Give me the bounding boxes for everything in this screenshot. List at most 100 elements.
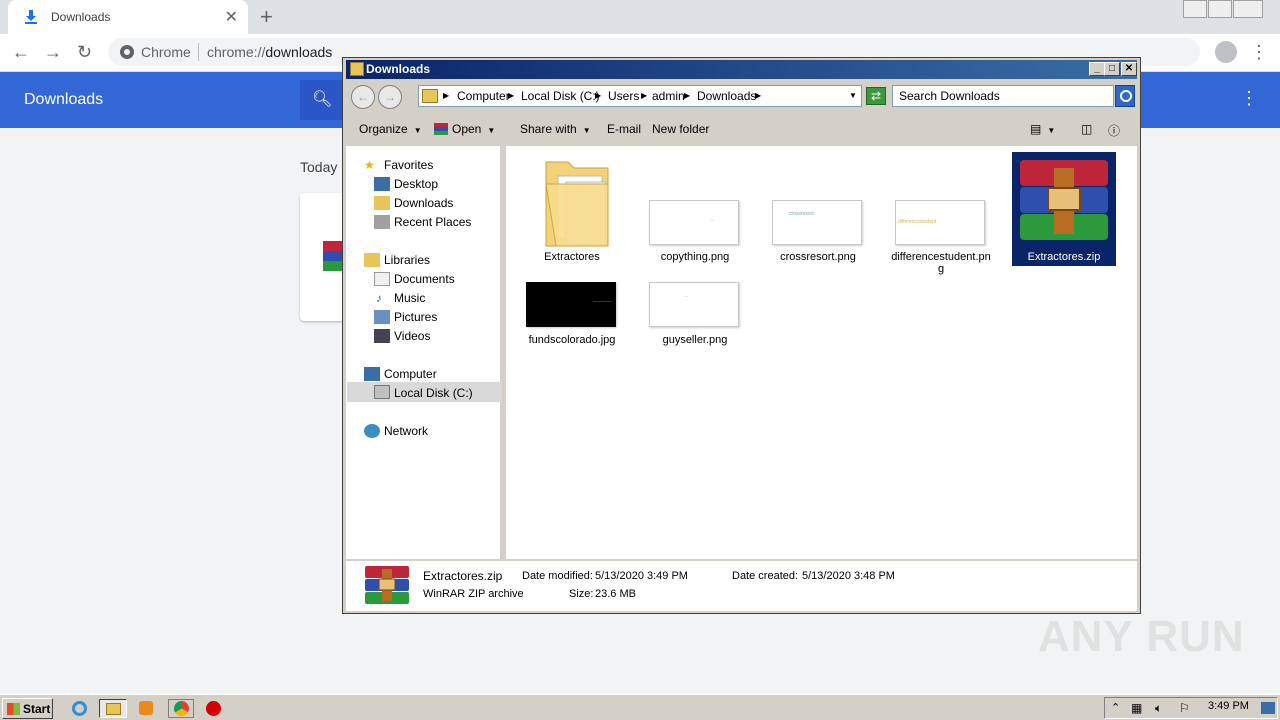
organize-button[interactable]: Organize ▼ <box>359 122 422 136</box>
section-today: Today <box>300 159 338 175</box>
detail-size-label: Size: <box>569 588 594 600</box>
desktop-icon <box>374 177 390 191</box>
chevron-right-icon[interactable]: ▶ <box>508 91 514 100</box>
explorer-minimize-button[interactable]: _ <box>1089 62 1105 76</box>
nav-libraries[interactable]: Libraries <box>384 253 430 267</box>
restore-button[interactable] <box>1208 0 1232 18</box>
nav-music[interactable]: Music <box>394 291 425 305</box>
breadcrumb-users[interactable]: Users <box>608 89 639 103</box>
navigation-pane: ★ Favorites Desktop Downloads Recent Pla… <box>346 146 503 559</box>
file-item[interactable]: ... guyseller.png <box>643 276 747 376</box>
share-with-button[interactable]: Share with ▼ <box>520 122 591 136</box>
nav-recent-places[interactable]: Recent Places <box>394 215 471 229</box>
help-icon[interactable]: ⓘ <box>1108 122 1120 139</box>
explorer-back-button[interactable]: ← <box>351 85 375 109</box>
start-button[interactable]: Start <box>2 698 53 719</box>
explorer-titlebar[interactable]: Downloads _ □ ✕ <box>346 60 1137 79</box>
reload-icon[interactable]: ↻ <box>77 42 92 63</box>
search-icon[interactable] <box>1115 85 1135 107</box>
forward-icon[interactable]: → <box>44 42 62 63</box>
tray-expand-icon[interactable]: ⌃ <box>1111 701 1120 714</box>
file-item[interactable]: Extractores <box>520 152 624 263</box>
new-folder-button[interactable]: New folder <box>652 122 709 136</box>
nav-favorites[interactable]: Favorites <box>384 158 433 172</box>
file-item[interactable]: crossresort crossresort.png <box>766 152 870 263</box>
url-text: chrome://downloads <box>207 44 333 60</box>
nav-downloads[interactable]: Downloads <box>394 196 453 210</box>
detail-modified-label: Date modified: <box>522 570 593 582</box>
downloads-search-button[interactable]: 🔍︎ <box>300 80 344 120</box>
action-center-flag-icon[interactable]: ⚐ <box>1179 701 1190 715</box>
detail-filetype: WinRAR ZIP archive <box>423 588 524 600</box>
volume-icon[interactable]: 🔈︎ <box>1155 701 1162 716</box>
image-thumbnail: ... <box>649 200 739 245</box>
more-options-icon[interactable]: ⋮ <box>1240 88 1258 109</box>
detail-created-label: Date created: <box>732 570 799 582</box>
tab-downloads[interactable]: Downloads ✕ <box>8 0 248 34</box>
explorer-close-button[interactable]: ✕ <box>1121 62 1137 76</box>
chevron-right-icon[interactable]: ▶ <box>595 91 601 100</box>
address-bar[interactable]: ▶ Computer ▶ Local Disk (C:) ▶ Users ▶ a… <box>418 85 862 107</box>
nav-desktop[interactable]: Desktop <box>394 177 438 191</box>
chevron-right-icon[interactable]: ▶ <box>641 91 647 100</box>
search-downloads-input[interactable]: Search Downloads <box>892 85 1114 107</box>
image-thumbnail: crossresort <box>772 200 862 245</box>
profile-avatar[interactable] <box>1215 41 1237 63</box>
close-tab-icon[interactable]: ✕ <box>225 7 238 27</box>
omnibox-chip: Chrome <box>141 44 191 60</box>
image-thumbnail: ... <box>649 282 739 327</box>
minimize-button[interactable] <box>1183 0 1207 18</box>
breadcrumb-admin[interactable]: admin <box>652 89 685 103</box>
nav-pictures[interactable]: Pictures <box>394 310 437 324</box>
network-tray-icon[interactable]: ▦ <box>1131 701 1142 715</box>
chevron-right-icon[interactable]: ▶ <box>684 91 690 100</box>
breadcrumb-computer[interactable]: Computer <box>457 89 510 103</box>
file-item-selected[interactable]: Extractores.zip <box>1012 152 1116 266</box>
favorites-star-icon: ★ <box>364 158 375 172</box>
file-list: Extractores ... copything.png crossresor… <box>506 146 1137 559</box>
new-tab-button[interactable]: + <box>260 4 273 30</box>
download-icon <box>25 10 37 24</box>
nav-local-disk[interactable]: Local Disk (C:) <box>394 386 473 400</box>
nav-network[interactable]: Network <box>384 424 428 438</box>
chevron-down-icon[interactable]: ▶ <box>443 91 449 100</box>
nav-videos[interactable]: Videos <box>394 329 430 343</box>
chrome-taskbar-button[interactable] <box>168 699 194 718</box>
nav-documents[interactable]: Documents <box>394 272 455 286</box>
file-item[interactable]: differencestudent differencestudent.png <box>889 152 993 275</box>
change-view-icon[interactable]: ▤ ▼ <box>1030 122 1055 136</box>
downloads-folder-icon <box>374 196 390 210</box>
image-thumbnail: differencestudent <box>895 200 985 245</box>
taskbar-clock: 3:49 PM <box>1208 700 1249 712</box>
show-desktop-icon[interactable] <box>1261 702 1275 714</box>
back-icon[interactable]: ← <box>12 42 30 63</box>
explorer-forward-button[interactable]: → <box>378 85 402 109</box>
windows-flag-icon <box>7 703 20 715</box>
system-tray: ⌃ ▦ 🔈︎ ⚐ <box>1104 697 1278 719</box>
nav-computer[interactable]: Computer <box>384 367 437 381</box>
close-window-button[interactable] <box>1233 0 1263 18</box>
file-item[interactable]: ... copything.png <box>643 152 747 263</box>
chrome-menu-icon[interactable]: ⋮ <box>1250 42 1268 63</box>
videos-icon <box>374 329 390 343</box>
explorer-taskbar-button[interactable] <box>99 699 127 718</box>
address-dropdown-icon[interactable]: ▼ <box>849 91 857 100</box>
chevron-right-icon[interactable]: ▶ <box>755 91 761 100</box>
media-player-icon[interactable] <box>135 699 157 718</box>
tab-title: Downloads <box>51 10 111 24</box>
pictures-icon <box>374 310 390 324</box>
music-icon: ♪ <box>376 291 382 305</box>
antivirus-icon[interactable] <box>203 699 225 718</box>
breadcrumb-downloads[interactable]: Downloads <box>697 89 756 103</box>
preview-pane-icon[interactable]: ◫ <box>1081 122 1092 136</box>
detail-size-value: 23.6 MB <box>595 588 636 600</box>
open-button[interactable]: Open ▼ <box>434 122 495 136</box>
internet-explorer-icon[interactable] <box>68 699 90 718</box>
breadcrumb-local-disk[interactable]: Local Disk (C:) <box>521 89 600 103</box>
refresh-icon[interactable]: ⇄ <box>866 87 886 105</box>
documents-icon <box>374 272 390 286</box>
chrome-icon <box>120 45 134 59</box>
email-button[interactable]: E-mail <box>607 122 641 136</box>
explorer-maximize-button[interactable]: □ <box>1104 62 1120 76</box>
file-item[interactable]: fundscolorado.jpg <box>520 276 624 376</box>
